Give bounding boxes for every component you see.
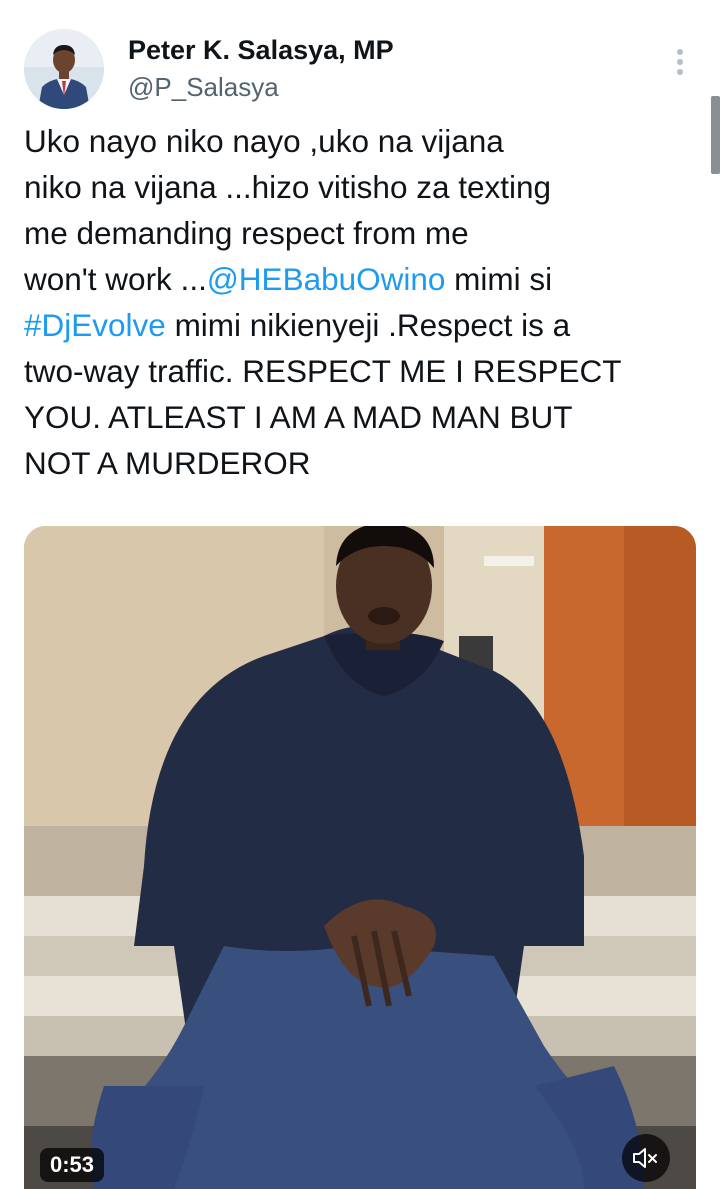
tweet-text-line: niko na vijana ...hizo vitisho za textin… <box>24 164 704 210</box>
tweet-text-segment: two-way traffic. RESPECT ME I RESPECT <box>24 353 622 389</box>
author-display-name[interactable]: Peter K. Salasya, MP <box>128 35 394 66</box>
scrollbar-thumb[interactable] <box>711 96 720 174</box>
hashtag-link[interactable]: #DjEvolve <box>24 307 166 343</box>
tweet-text-segment: NOT A MURDEROR <box>24 445 311 481</box>
tweet-text-segment: me demanding respect from me <box>24 215 469 251</box>
tweet-text-segment: niko na vijana ...hizo vitisho za textin… <box>24 169 552 205</box>
tweet-text: Uko nayo niko nayo ,uko na vijana niko na… <box>24 118 704 486</box>
tweet-text-segment: YOU. ATLEAST I AM A MAD MAN BUT <box>24 399 573 435</box>
tweet-text-segment: Uko nayo niko nayo ,uko na vijana <box>24 123 504 159</box>
tweet-text-line: #DjEvolve mimi nikienyeji .Respect is a <box>24 302 704 348</box>
avatar[interactable] <box>24 29 104 109</box>
tweet-text-line: NOT A MURDEROR <box>24 440 704 486</box>
mute-toggle-button[interactable] <box>622 1134 670 1182</box>
tweet-text-line: won't work ...@HEBabuOwino mimi si <box>24 256 704 302</box>
author-handle[interactable]: @P_Salasya <box>128 72 279 103</box>
tweet-text-segment: mimi nikienyeji .Respect is a <box>165 307 571 343</box>
video-player[interactable]: 0:53 <box>24 526 696 1189</box>
mention-link[interactable]: @HEBabuOwino <box>207 261 446 297</box>
tweet-text-line: Uko nayo niko nayo ,uko na vijana <box>24 118 704 164</box>
video-thumbnail <box>24 526 696 1189</box>
more-vertical-icon <box>677 49 683 75</box>
more-options-button[interactable] <box>664 44 696 80</box>
tweet-card[interactable]: Peter K. Salasya, MP @P_Salasya Uko nayo… <box>0 0 720 1189</box>
tweet-text-segment: mimi si <box>445 261 553 297</box>
tweet-text-line: YOU. ATLEAST I AM A MAD MAN BUT <box>24 394 704 440</box>
speaker-muted-icon <box>633 1148 657 1168</box>
tweet-text-line: me demanding respect from me <box>24 210 704 256</box>
tweet-text-line: two-way traffic. RESPECT ME I RESPECT <box>24 348 704 394</box>
avatar-image <box>24 29 104 109</box>
video-duration-badge: 0:53 <box>40 1148 105 1182</box>
tweet-text-segment: won't work ... <box>24 261 207 297</box>
